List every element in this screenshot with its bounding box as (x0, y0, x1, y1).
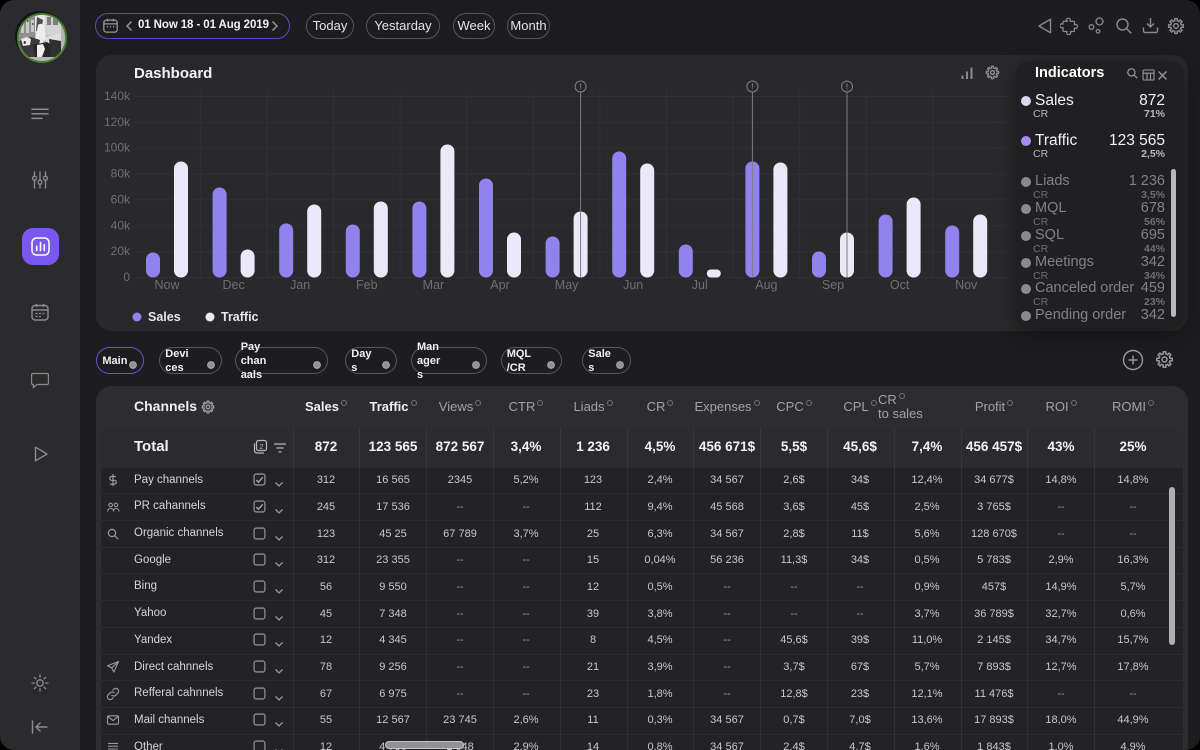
svg-text:20k: 20k (111, 244, 131, 258)
svg-text:Traffic: Traffic (221, 310, 259, 324)
svg-text:Dec: Dec (222, 278, 244, 292)
svg-text:!: ! (846, 83, 848, 92)
svg-text:Jan: Jan (290, 278, 310, 292)
svg-text:Apr: Apr (490, 278, 509, 292)
svg-text:Now: Now (154, 278, 180, 292)
svg-text:Sales: Sales (148, 310, 181, 324)
svg-text:Sep: Sep (822, 278, 844, 292)
svg-text:Nov: Nov (955, 278, 978, 292)
svg-text:0: 0 (123, 270, 130, 284)
svg-text:120k: 120k (104, 115, 131, 129)
svg-text:!: ! (579, 83, 581, 92)
svg-text:May: May (555, 278, 579, 292)
svg-text:60k: 60k (111, 192, 131, 206)
svg-text:100k: 100k (104, 141, 131, 155)
svg-text:2: 2 (259, 442, 263, 451)
svg-text:140k: 140k (104, 89, 131, 103)
svg-text:Mar: Mar (423, 278, 445, 292)
svg-text:!: ! (751, 83, 753, 92)
svg-text:Oct: Oct (890, 278, 910, 292)
svg-text:40k: 40k (111, 218, 131, 232)
svg-text:Feb: Feb (356, 278, 378, 292)
svg-text:Jun: Jun (623, 278, 643, 292)
svg-text:80k: 80k (111, 167, 131, 181)
svg-text:Jul: Jul (692, 278, 708, 292)
svg-text:Aug: Aug (755, 278, 777, 292)
